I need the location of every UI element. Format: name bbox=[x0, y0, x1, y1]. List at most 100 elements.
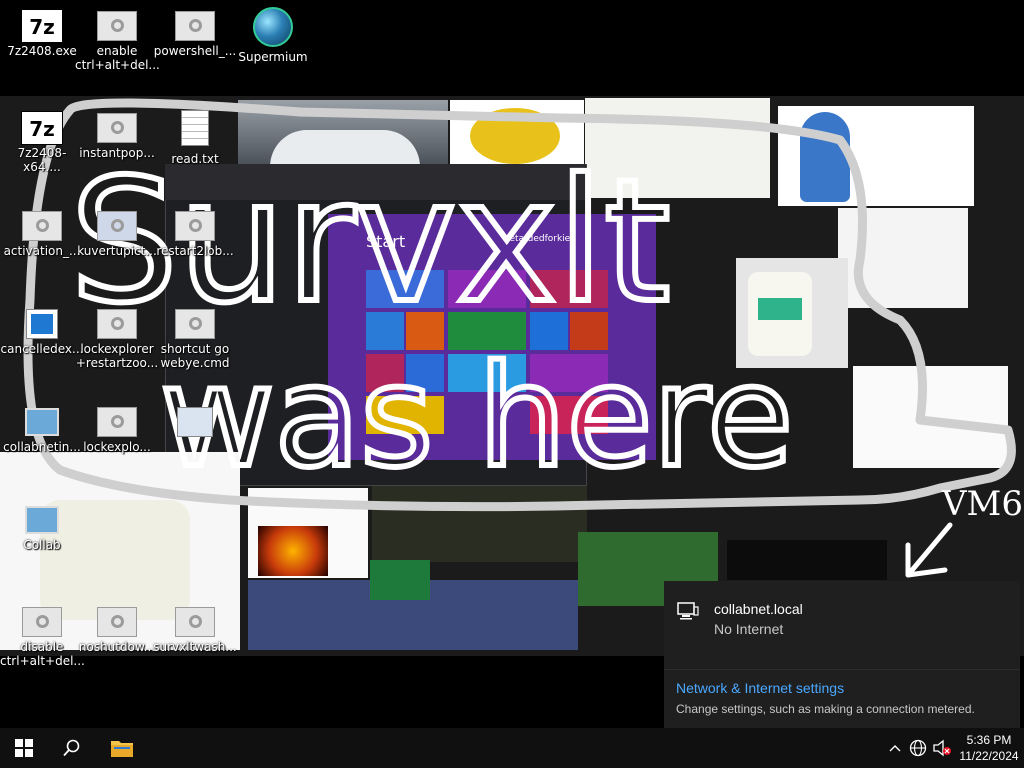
wallpaper-cartoon-people-image bbox=[585, 98, 770, 198]
desktop-icon-label: instantpop... bbox=[79, 146, 155, 160]
desktop-icon-label: cancelledex... bbox=[0, 342, 84, 356]
network-name[interactable]: collabnet.local bbox=[714, 601, 803, 617]
desktop-icon-label: 7z2408-x64.... bbox=[17, 146, 67, 174]
desktop-icon-lockexplo[interactable]: lockexplo... bbox=[75, 406, 159, 482]
show-hidden-icons-button[interactable] bbox=[884, 728, 906, 768]
start-tile-skype bbox=[366, 312, 404, 350]
clock-date: 11/22/2024 bbox=[959, 749, 1019, 763]
desktop-icon-label: Collab bbox=[23, 538, 61, 552]
desktop-icon-collabnetin[interactable]: collabnetin... bbox=[0, 406, 84, 482]
desktop-icon-label: noshutdow... bbox=[78, 640, 156, 654]
chevron-up-icon bbox=[889, 745, 901, 752]
text-document-icon bbox=[181, 110, 209, 146]
start-tile-finance bbox=[448, 312, 526, 350]
network-globe-icon bbox=[909, 739, 927, 757]
desktop-icon-instantpop[interactable]: instantpop... bbox=[75, 112, 159, 188]
image-file-icon bbox=[97, 211, 137, 241]
start-tile-sport bbox=[530, 354, 608, 392]
search-button[interactable] bbox=[48, 728, 96, 768]
wallpaper-meme-banner bbox=[727, 540, 887, 580]
file-explorer-icon bbox=[111, 741, 133, 757]
desktop-icon-label: shortcut go webye.cmd bbox=[160, 342, 230, 370]
desktop-icon-label: enable ctrl+alt+del... bbox=[75, 44, 160, 72]
ethernet-network-icon bbox=[677, 602, 699, 620]
desktop-icon-label: powershell_... bbox=[153, 44, 237, 58]
settings-file-icon bbox=[97, 607, 137, 637]
desktop-icon-label: activation_... bbox=[3, 244, 81, 258]
desktop-icon-label: disable ctrl+alt+del... bbox=[0, 640, 85, 668]
search-icon bbox=[63, 739, 80, 757]
volume-tray-button[interactable] bbox=[930, 728, 954, 768]
start-tile-music bbox=[366, 354, 404, 392]
desktop-icon-survxltwash[interactable]: survxltwash... bbox=[153, 606, 237, 682]
wallpaper-parrot-image bbox=[370, 560, 430, 600]
file-explorer-button[interactable] bbox=[98, 728, 146, 768]
settings-file-icon bbox=[97, 407, 137, 437]
settings-file-icon bbox=[175, 11, 215, 41]
desktop-icon-7z2408-x64[interactable]: 7z 7z2408-x64.... bbox=[0, 111, 84, 188]
start-screen-user: retardedforkie bbox=[506, 234, 571, 244]
desktop-icon-disable-cad[interactable]: disable ctrl+alt+del... bbox=[0, 606, 85, 682]
computer-icon bbox=[25, 506, 59, 534]
settings-file-icon bbox=[97, 11, 137, 41]
desktop-icon-enable-cad[interactable]: enable ctrl+alt+del... bbox=[75, 10, 160, 86]
desktop-icon-activation[interactable]: activation_... bbox=[0, 210, 84, 286]
supermium-browser-icon bbox=[253, 7, 293, 47]
desktop-icon-label: read.txt bbox=[171, 152, 219, 166]
desktop-icon-label: kuvertupict... bbox=[77, 244, 157, 258]
start-tile-help bbox=[570, 312, 608, 350]
start-tile-ie bbox=[530, 312, 568, 350]
desktop-icon-label: Supermium bbox=[238, 50, 308, 64]
desktop-icon-screen[interactable] bbox=[153, 406, 237, 482]
desktop-icon-collab[interactable]: Collab bbox=[0, 504, 84, 580]
desktop-icon-kuvertupict[interactable]: kuvertupict... bbox=[75, 210, 159, 286]
clock-time: 5:36 PM bbox=[966, 733, 1012, 747]
wallpaper-yellow-face bbox=[470, 108, 560, 164]
desktop-icon-powershell[interactable]: powershell_... bbox=[153, 10, 237, 86]
wallpaper-blue-cat-figure bbox=[800, 112, 850, 202]
desktop-icon-lockexplorer[interactable]: lockexplorer +restartzoo... bbox=[75, 308, 159, 384]
desktop-icon-7z2408[interactable]: 7z 7z2408.exe bbox=[0, 9, 84, 86]
flyout-divider bbox=[664, 669, 1020, 670]
wallpaper-robot-face bbox=[758, 298, 802, 320]
start-tile-people bbox=[406, 312, 444, 350]
settings-file-icon bbox=[97, 113, 137, 143]
desktop-icon-label: survxltwash... bbox=[153, 640, 237, 654]
desktop-icon-label: restart2lob... bbox=[156, 244, 234, 258]
start-tile-desktop bbox=[366, 396, 444, 434]
start-screen-screenshot: Start retardedforkie bbox=[328, 214, 656, 460]
taskbar: 5:36 PM 11/22/2024 bbox=[0, 728, 1024, 768]
network-settings-link[interactable]: Network & Internet settings bbox=[676, 680, 844, 696]
start-tile-news bbox=[530, 396, 608, 434]
screenshot-file-icon bbox=[177, 407, 213, 437]
start-tile-mail bbox=[366, 270, 444, 308]
taskbar-clock[interactable]: 5:36 PM 11/22/2024 bbox=[954, 732, 1024, 764]
7zip-icon: 7z bbox=[21, 111, 63, 145]
desktop-icon-supermium[interactable]: Supermium bbox=[231, 6, 315, 82]
desktop-icon-restart2lob[interactable]: restart2lob... bbox=[153, 210, 237, 286]
network-tray-button[interactable] bbox=[906, 728, 930, 768]
start-tile-weather bbox=[448, 354, 526, 392]
wallpaper-meme-image bbox=[853, 366, 1008, 468]
network-status: No Internet bbox=[714, 621, 784, 637]
desktop-icon-label: lockexplorer +restartzoo... bbox=[75, 342, 159, 370]
desktop-icon-noshutdown[interactable]: noshutdow... bbox=[75, 606, 159, 682]
computer-icon bbox=[25, 408, 59, 436]
7zip-icon: 7z bbox=[21, 9, 63, 43]
desktop-icon-label: 7z2408.exe bbox=[7, 44, 77, 58]
windows-logo-icon bbox=[15, 739, 33, 757]
start-tile-calendar bbox=[448, 270, 526, 308]
desktop-icon-shortcut-go[interactable]: shortcut go webye.cmd bbox=[153, 308, 237, 384]
settings-file-icon bbox=[22, 211, 62, 241]
start-tile-photos bbox=[530, 270, 608, 308]
settings-file-icon bbox=[175, 607, 215, 637]
desktop-icon-label: collabnetin... bbox=[3, 440, 81, 454]
start-button[interactable] bbox=[0, 728, 48, 768]
desktop-icon-cancelledex[interactable]: cancelledex... bbox=[0, 308, 84, 384]
start-screen-title: Start bbox=[366, 232, 406, 251]
settings-file-icon bbox=[175, 211, 215, 241]
settings-file-icon bbox=[97, 309, 137, 339]
desktop-icon-read-txt[interactable]: read.txt bbox=[153, 106, 237, 182]
wallpaper-jeep-image bbox=[372, 486, 587, 562]
volume-muted-icon bbox=[933, 739, 951, 757]
